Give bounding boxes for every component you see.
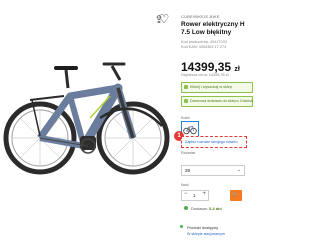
save-bike-size-link[interactable]: Zapisz rozmiar swojego roweru <box>181 136 247 148</box>
product-title-line2: 7.5 Low błękitny <box>181 29 232 36</box>
delivery-prefix: Dostawa: <box>191 206 209 211</box>
price-currency: zł <box>234 66 240 73</box>
lowest-price-note: Najniższa cena: 14399,35 zł <box>181 73 229 77</box>
store-availability-icon <box>180 225 183 228</box>
bike-thumbnail-icon <box>183 125 197 135</box>
add-to-cart-button[interactable]: 🛒 <box>230 190 242 201</box>
free-delivery-badge-label: Darmowa dostawa do sklepu Gdańsk <box>190 99 253 103</box>
delivery-info: Dostawa: 3-4 dni <box>191 206 222 211</box>
product-image-area: ⇪ ♡ <box>0 0 172 240</box>
product-bike-image[interactable] <box>0 18 172 218</box>
product-title: Rower elektryczny H 7.5 Low błękitny <box>181 21 251 37</box>
check-icon <box>184 85 188 89</box>
store-search-badge-label: Kliknij i wyszukaj w sklep <box>190 85 232 89</box>
quantity-label: Ilość <box>181 183 189 187</box>
favorite-icon[interactable]: ♡ <box>158 13 170 25</box>
free-delivery-badge: Darmowa dostawa do sklepu Gdańsk <box>181 96 253 107</box>
delivery-status-icon <box>184 206 188 210</box>
price-value: 14399,35 <box>181 60 232 74</box>
product-ean: Kod EAN: 4054363 17 274 <box>181 45 227 49</box>
product-brand: CUBE/BIKE/E-BIKE <box>181 14 220 19</box>
chevron-down-icon: ⌄ <box>236 167 241 173</box>
save-bike-size-label: Zapisz rozmiar swojego roweru <box>185 139 238 144</box>
truck-icon <box>184 99 188 103</box>
delivery-days: 3-4 dni <box>208 206 222 211</box>
quantity-stepper: − 1 + <box>181 190 209 201</box>
size-selected-value: 38 <box>185 167 191 173</box>
size-select[interactable]: 38 ⌄ <box>181 165 245 176</box>
quantity-value[interactable]: 1 <box>193 193 196 198</box>
size-label: Rozmiar <box>181 151 196 155</box>
quantity-increase-button[interactable]: + <box>202 191 206 197</box>
color-label: Kolor <box>181 116 190 120</box>
quantity-decrease-button[interactable]: − <box>184 191 188 197</box>
cart-icon: 🛒 <box>232 192 239 198</box>
product-title-line1: Rower elektryczny H <box>181 21 245 28</box>
product-price: 14399,35 zł <box>181 60 240 74</box>
store-availability-title: Produkt dostępny <box>187 225 219 230</box>
store-availability-subtitle[interactable]: W sklepie stacjonarnym <box>187 232 225 236</box>
product-meta: Kod producenta: 40417033 Kod EAN: 405436… <box>181 40 227 50</box>
store-search-badge[interactable]: Kliknij i wyszukaj w sklep <box>181 82 253 93</box>
